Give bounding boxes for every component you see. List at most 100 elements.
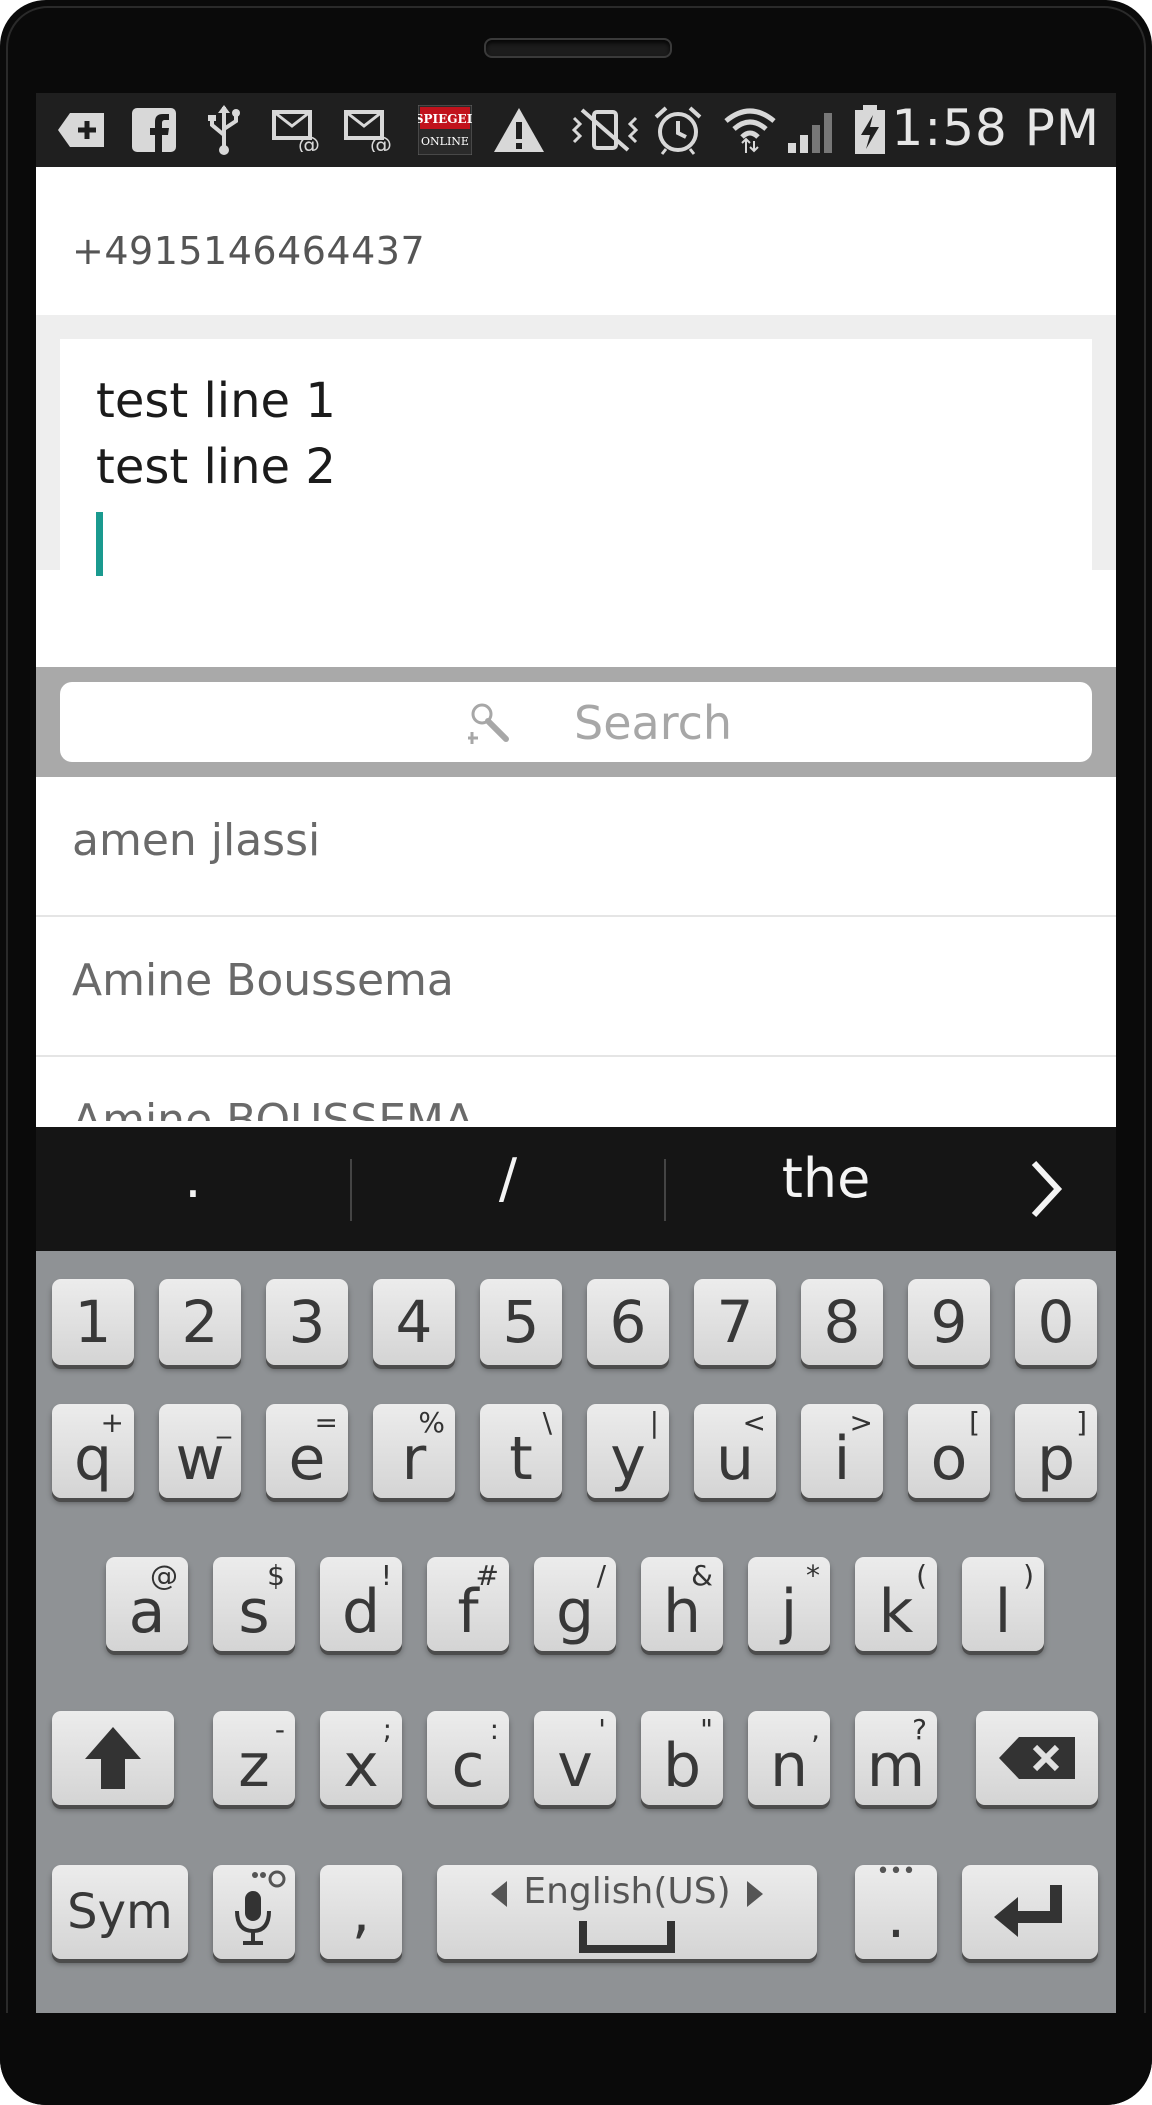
period-key-extra: •••: [876, 1859, 916, 1884]
key-f[interactable]: # f: [427, 1557, 509, 1651]
period-key[interactable]: ••• .: [855, 1859, 937, 1959]
enter-arrow-icon: [994, 1885, 1062, 1937]
caret-right-icon: [747, 1881, 763, 1907]
search-input[interactable]: Search: [60, 682, 1092, 762]
key-n[interactable]: ,n: [748, 1711, 830, 1805]
key-a-char: a: [128, 1577, 166, 1647]
space-key[interactable]: English(US): [437, 1865, 817, 1959]
key-j-char: j: [780, 1577, 798, 1647]
key-e[interactable]: = e: [266, 1404, 348, 1498]
suggestion-period[interactable]: .: [36, 1147, 350, 1210]
key-g-char: g: [555, 1577, 595, 1647]
key-6[interactable]: 6: [587, 1279, 669, 1365]
key-w-char: w: [175, 1424, 225, 1494]
signal-icon: [786, 105, 840, 155]
key-1[interactable]: 1: [52, 1279, 134, 1365]
key-j[interactable]: * j: [748, 1557, 830, 1651]
space-language-label: English(US): [523, 1871, 731, 1912]
key-p[interactable]: ] p: [1015, 1404, 1097, 1498]
recipient-field[interactable]: +4915146464437: [36, 167, 1116, 315]
period-key-char: .: [886, 1883, 906, 1951]
key-m[interactable]: ? m: [855, 1711, 937, 1805]
key-k[interactable]: (k: [855, 1557, 937, 1651]
key-t-char: t: [509, 1424, 533, 1494]
message-line-2: test line 2: [96, 439, 336, 495]
key-s-char: s: [238, 1577, 270, 1647]
svg-text:@: @: [370, 133, 392, 152]
key-o[interactable]: [o: [908, 1404, 990, 1498]
key-h[interactable]: & h: [641, 1557, 723, 1651]
list-item[interactable]: amen jlassi: [36, 777, 1116, 917]
key-l-char: l: [994, 1577, 1012, 1647]
key-d-char: d: [341, 1577, 381, 1647]
key-l[interactable]: ) l: [962, 1557, 1044, 1651]
key-s[interactable]: $ s: [213, 1557, 295, 1651]
key-k-char: k: [878, 1577, 914, 1647]
phone-frame: @ @ SPIEGEL ONLINE 1:58 PM +491514646443…: [0, 0, 1152, 2105]
key-a[interactable]: @ a: [106, 1557, 188, 1651]
key-v[interactable]: ' v: [534, 1711, 616, 1805]
screen: @ @ SPIEGEL ONLINE 1:58 PM +491514646443…: [36, 93, 1116, 2013]
backspace-key[interactable]: [976, 1711, 1098, 1805]
key-b[interactable]: " b: [641, 1711, 723, 1805]
key-3[interactable]: 3: [266, 1279, 348, 1365]
key-0[interactable]: 0: [1015, 1279, 1097, 1365]
key-4[interactable]: 4: [373, 1279, 455, 1365]
search-bar-container: Search: [36, 667, 1116, 777]
wifi-icon: [722, 105, 778, 155]
add-icon: [56, 105, 106, 155]
key-f-char: f: [457, 1577, 479, 1647]
enter-key[interactable]: [962, 1865, 1098, 1959]
alarm-icon: [652, 105, 704, 155]
key-h-char: h: [662, 1577, 702, 1647]
suggestion-slash[interactable]: /: [352, 1147, 664, 1210]
key-y[interactable]: | y: [587, 1404, 669, 1498]
comma-key[interactable]: ,: [320, 1865, 402, 1959]
voice-input-key[interactable]: [213, 1865, 295, 1959]
key-u[interactable]: < u: [694, 1404, 776, 1498]
contact-search-icon: [468, 703, 509, 744]
key-t[interactable]: \ t: [480, 1404, 562, 1498]
space-bar-icon: [579, 1921, 675, 1953]
contact-name: Amine Boussema: [72, 955, 454, 1006]
key-z[interactable]: -z: [213, 1711, 295, 1805]
microphone-settings-icon: [235, 1870, 286, 1945]
shift-key[interactable]: [52, 1711, 174, 1805]
key-o-char: o: [930, 1424, 968, 1494]
email-icon-2: @: [344, 105, 394, 155]
battery-charging-icon: [852, 105, 888, 155]
key-p-char: p: [1036, 1424, 1076, 1494]
key-2[interactable]: 2: [159, 1279, 241, 1365]
search-placeholder: Search: [574, 696, 733, 750]
key-g[interactable]: / g: [534, 1557, 616, 1651]
compose-area: test line 1 test line 2: [36, 315, 1116, 613]
key-i[interactable]: > i: [801, 1404, 883, 1498]
key-c[interactable]: :c: [427, 1711, 509, 1805]
key-z-char: z: [238, 1731, 270, 1801]
status-bar: @ @ SPIEGEL ONLINE 1:58 PM: [36, 93, 1116, 167]
key-q-char: q: [73, 1424, 113, 1494]
sym-key[interactable]: Sym: [52, 1865, 188, 1959]
message-input[interactable]: test line 1 test line 2: [60, 339, 1092, 613]
key-n-char: n: [769, 1731, 809, 1801]
key-7[interactable]: 7: [694, 1279, 776, 1365]
key-u-char: u: [715, 1424, 755, 1494]
key-r-char: r: [401, 1424, 427, 1494]
chevron-right-icon[interactable]: [1026, 1159, 1066, 1219]
status-time: 1:58 PM: [891, 99, 1100, 157]
list-item[interactable]: Amine BOUSSEMA: [36, 1057, 1116, 1121]
list-item[interactable]: Amine Boussema: [36, 917, 1116, 1057]
suggestion-the[interactable]: the: [666, 1147, 986, 1210]
key-x[interactable]: ; x: [320, 1711, 402, 1805]
key-9[interactable]: 9: [908, 1279, 990, 1365]
spiegel-online-icon: SPIEGEL ONLINE: [418, 105, 472, 155]
key-w[interactable]: _ w: [159, 1404, 241, 1498]
key-8[interactable]: 8: [801, 1279, 883, 1365]
key-5[interactable]: 5: [480, 1279, 562, 1365]
key-e-char: e: [288, 1424, 326, 1494]
key-r[interactable]: % r: [373, 1404, 455, 1498]
key-q[interactable]: + q: [52, 1404, 134, 1498]
key-d[interactable]: ! d: [320, 1557, 402, 1651]
email-icon: @: [272, 105, 322, 155]
text-cursor: [96, 512, 103, 576]
